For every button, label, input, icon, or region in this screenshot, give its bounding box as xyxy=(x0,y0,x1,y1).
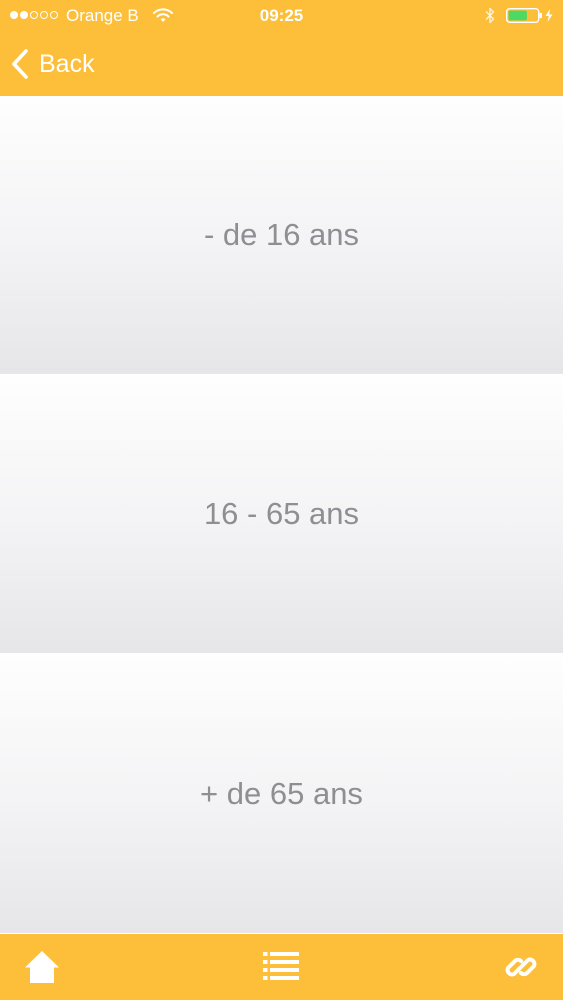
chevron-left-icon xyxy=(12,49,28,79)
back-label: Back xyxy=(39,49,95,78)
list-icon xyxy=(263,952,299,980)
tab-list[interactable] xyxy=(262,948,300,986)
tab-link[interactable] xyxy=(502,948,540,986)
age-group-16-65-button[interactable]: 16 - 65 ans xyxy=(0,375,563,654)
link-icon xyxy=(505,957,537,977)
home-icon xyxy=(25,951,59,983)
option-label: + de 65 ans xyxy=(200,775,363,811)
battery-level-fill xyxy=(508,10,527,21)
age-group-list: - de 16 ans 16 - 65 ans + de 65 ans xyxy=(0,96,563,934)
top-bar: Orange B 09:25 Back xyxy=(0,0,563,96)
status-bar: Orange B 09:25 xyxy=(0,0,563,32)
battery-icon xyxy=(506,8,553,23)
back-button[interactable]: Back xyxy=(10,44,95,84)
option-label: - de 16 ans xyxy=(203,217,360,252)
option-label: 16 - 65 ans xyxy=(203,496,360,531)
age-group-under-16-button[interactable]: - de 16 ans xyxy=(0,96,563,375)
navigation-bar: Back xyxy=(0,32,563,96)
status-time: 09:25 xyxy=(259,6,304,25)
charging-icon xyxy=(545,9,553,22)
tab-home[interactable] xyxy=(23,948,61,986)
bluetooth-icon xyxy=(485,7,495,24)
age-group-over-65-button[interactable]: + de 65 ans xyxy=(0,654,563,934)
tab-bar xyxy=(0,934,563,1000)
